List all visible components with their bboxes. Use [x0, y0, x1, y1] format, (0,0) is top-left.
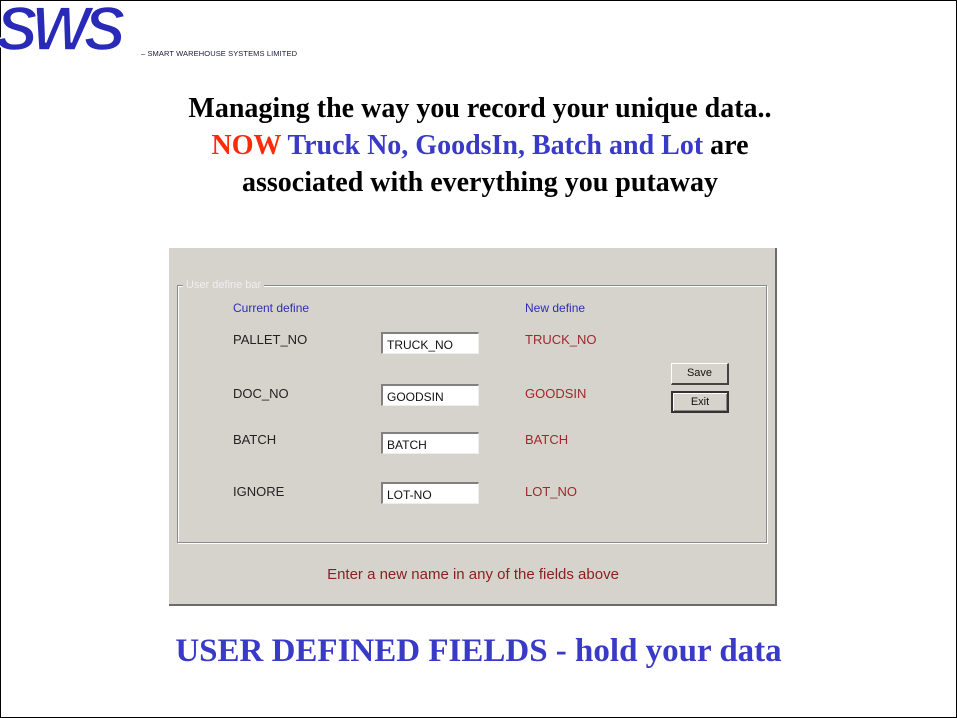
user-define-groupbox: [177, 285, 767, 543]
headline-part1: Managing the way you record your unique …: [188, 93, 772, 124]
footer-title: USER DEFINED FIELDS - hold your data: [175, 633, 782, 669]
current-define-doc-no: DOC_NO: [233, 386, 289, 401]
save-button[interactable]: Save: [671, 363, 729, 385]
exit-button[interactable]: Exit: [671, 391, 729, 413]
current-define-ignore: IGNORE: [233, 484, 285, 499]
logo-text: SWS: [0, 0, 125, 58]
new-define-value-2: GOODSIN: [525, 386, 587, 401]
new-name-input-1[interactable]: TRUCK_NO: [381, 332, 479, 354]
new-name-input-3[interactable]: BATCH: [381, 432, 479, 454]
headline: Managing the way you record your unique …: [180, 90, 780, 201]
instruction-message: Enter a new name in any of the fields ab…: [327, 566, 619, 583]
current-define-pallet-no: PALLET_NO: [233, 332, 308, 347]
new-define-value-3: BATCH: [525, 432, 569, 447]
new-name-input-4[interactable]: LOT-NO: [381, 482, 479, 504]
groupbox-title: User define bar: [183, 279, 265, 291]
current-define-header: Current define: [233, 301, 310, 315]
current-define-batch: BATCH: [233, 432, 277, 447]
headline-fields: Truck No, GoodsIn, Batch and Lot: [287, 130, 704, 161]
sws-logo: SWS: [0, 0, 132, 58]
new-name-input-2[interactable]: GOODSIN: [381, 384, 479, 406]
new-define-value-1: TRUCK_NO: [525, 332, 597, 347]
new-define-value-4: LOT_NO: [525, 484, 578, 499]
headline-now: NOW: [211, 130, 281, 161]
new-define-header: New define: [525, 301, 586, 315]
user-define-dialog: User define bar Current define New defin…: [169, 248, 777, 606]
company-name: – SMART WAREHOUSE SYSTEMS LIMITED: [141, 49, 298, 58]
